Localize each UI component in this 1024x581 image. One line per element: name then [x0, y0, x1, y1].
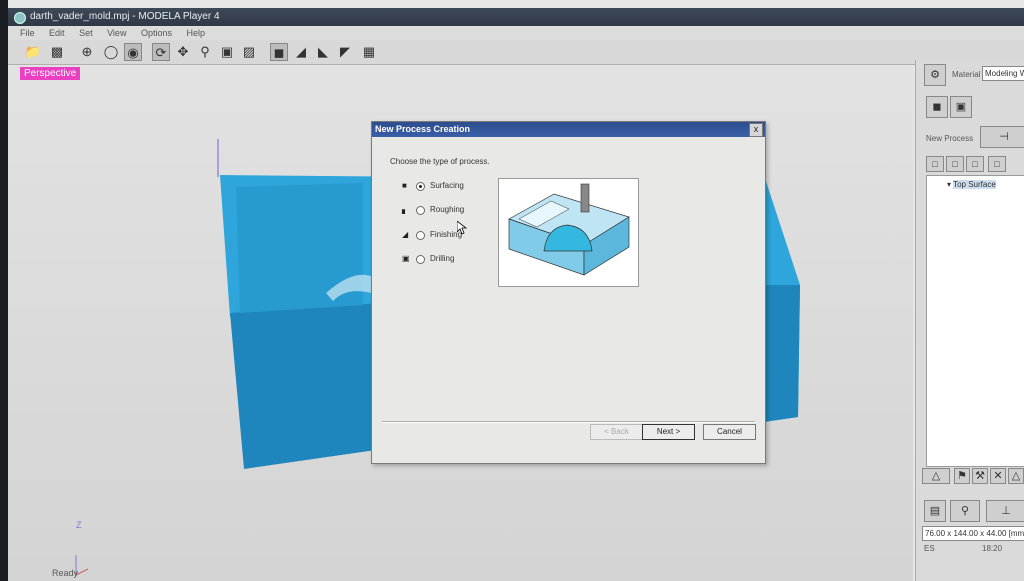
view-top-icon[interactable]: ◢ — [292, 43, 310, 61]
dialog-close-button[interactable]: x — [749, 123, 763, 137]
roughing-label: Roughing — [430, 205, 465, 214]
menu-file[interactable]: File — [20, 28, 35, 38]
tool-edit-icon[interactable]: ⚑ — [954, 468, 970, 484]
tool-delete-icon[interactable]: △ — [922, 468, 950, 484]
view-grid-icon[interactable]: ▦ — [360, 43, 378, 61]
cut-icon[interactable]: ⊥ — [986, 500, 1024, 522]
process-tab-1-icon[interactable]: □ — [926, 156, 944, 172]
drilling-label: Drilling — [430, 254, 455, 263]
process-tab-4-icon[interactable]: □ — [988, 156, 1006, 172]
app-icon — [14, 12, 26, 24]
shaded-sphere-icon[interactable]: ◉ — [124, 43, 142, 61]
axis-z-label: Z — [76, 520, 82, 530]
surfacing-radio[interactable] — [416, 182, 425, 191]
open-folder-icon[interactable]: 📁 — [24, 43, 42, 61]
lang-indicator: ES — [924, 544, 935, 553]
zoom-window-icon[interactable]: ▨ — [240, 43, 258, 61]
roughing-icon: ▖ — [402, 205, 409, 214]
dialog-separator — [382, 421, 755, 423]
process-panel: ⚙ Material Modeling Wax ◼ ▣ New Process … — [915, 60, 1024, 581]
orientation-icon[interactable]: ▣ — [950, 96, 972, 118]
drilling-icon: ▣ — [402, 254, 410, 263]
title-bar: darth_vader_mold.mpj - MODELA Player 4 — [8, 8, 1024, 26]
dialog-prompt: Choose the type of process. — [390, 157, 490, 166]
menu-set[interactable]: Set — [79, 28, 93, 38]
tool-copy-icon[interactable]: ⚒ — [972, 468, 988, 484]
simulate-icon[interactable]: ⚲ — [950, 500, 980, 522]
mouse-cursor-icon — [457, 221, 467, 235]
view-iso-icon[interactable]: ◤ — [336, 43, 354, 61]
menu-view[interactable]: View — [107, 28, 126, 38]
save-icon[interactable]: ▩ — [48, 43, 66, 61]
preview-icon[interactable]: ▤ — [924, 500, 946, 522]
menu-options[interactable]: Options — [141, 28, 172, 38]
new-process-button[interactable]: ⊣ — [980, 126, 1024, 148]
process-tree[interactable]: ▾ Top Surface — [926, 175, 1024, 467]
material-select[interactable]: Modeling Wax — [982, 66, 1024, 81]
tree-item-top-surface[interactable]: ▾ Top Surface — [947, 180, 996, 189]
menu-bar: File Edit Set View Options Help — [8, 26, 1024, 40]
window-title: darth_vader_mold.mpj - MODELA Player 4 — [30, 11, 220, 22]
globe-icon[interactable]: ⊕ — [78, 43, 96, 61]
material-icon[interactable]: ⚙ — [924, 64, 946, 86]
view-front-icon[interactable]: ◼ — [270, 43, 288, 61]
drilling-radio[interactable] — [416, 255, 425, 264]
surfacing-icon: ■ — [402, 181, 407, 190]
view-side-icon[interactable]: ◣ — [314, 43, 332, 61]
new-process-label: New Process — [926, 134, 974, 143]
back-button[interactable]: < Back — [590, 424, 643, 440]
menu-help[interactable]: Help — [187, 28, 206, 38]
rotate-icon[interactable]: ⟳ — [152, 43, 170, 61]
pan-icon[interactable]: ✥ — [174, 43, 192, 61]
next-button[interactable]: Next > — [642, 424, 695, 440]
process-tab-3-icon[interactable]: □ — [966, 156, 984, 172]
process-tab-2-icon[interactable]: □ — [946, 156, 964, 172]
material-label: Material — [952, 70, 981, 79]
cancel-button[interactable]: Cancel — [703, 424, 756, 440]
process-preview-image — [498, 178, 639, 287]
roughing-radio[interactable] — [416, 206, 425, 215]
finishing-icon: ◢ — [402, 230, 409, 239]
new-process-dialog: New Process Creation x Choose the type o… — [371, 121, 766, 464]
surfacing-label: Surfacing — [430, 181, 464, 190]
toolbar: 📁 ▩ ⊕ ◯ ◉ ⟳ ✥ ⚲ ▣ ▨ ◼ ◢ ◣ ◤ ▦ — [8, 40, 1024, 65]
dimensions-readout: 76.00 x 144.00 x 44.00 [mm] — [922, 526, 1024, 541]
dialog-title: New Process Creation — [372, 122, 765, 137]
tool-more-icon[interactable]: △ — [1008, 468, 1024, 484]
zoom-icon[interactable]: ⚲ — [196, 43, 214, 61]
zoom-fit-icon[interactable]: ▣ — [218, 43, 236, 61]
finishing-radio[interactable] — [416, 231, 425, 240]
clock: 18:20 — [982, 544, 1003, 553]
screen: darth_vader_mold.mpj - MODELA Player 4 F… — [8, 0, 1024, 581]
stock-icon[interactable]: ◼ — [926, 96, 948, 118]
tool-remove-icon[interactable]: ✕ — [990, 468, 1006, 484]
tree-item-label: Top Surface — [953, 180, 996, 189]
surfacing-preview-illustration — [508, 183, 630, 276]
menu-edit[interactable]: Edit — [49, 28, 65, 38]
status-text: Ready — [52, 568, 79, 578]
wireframe-sphere-icon[interactable]: ◯ — [102, 43, 120, 61]
